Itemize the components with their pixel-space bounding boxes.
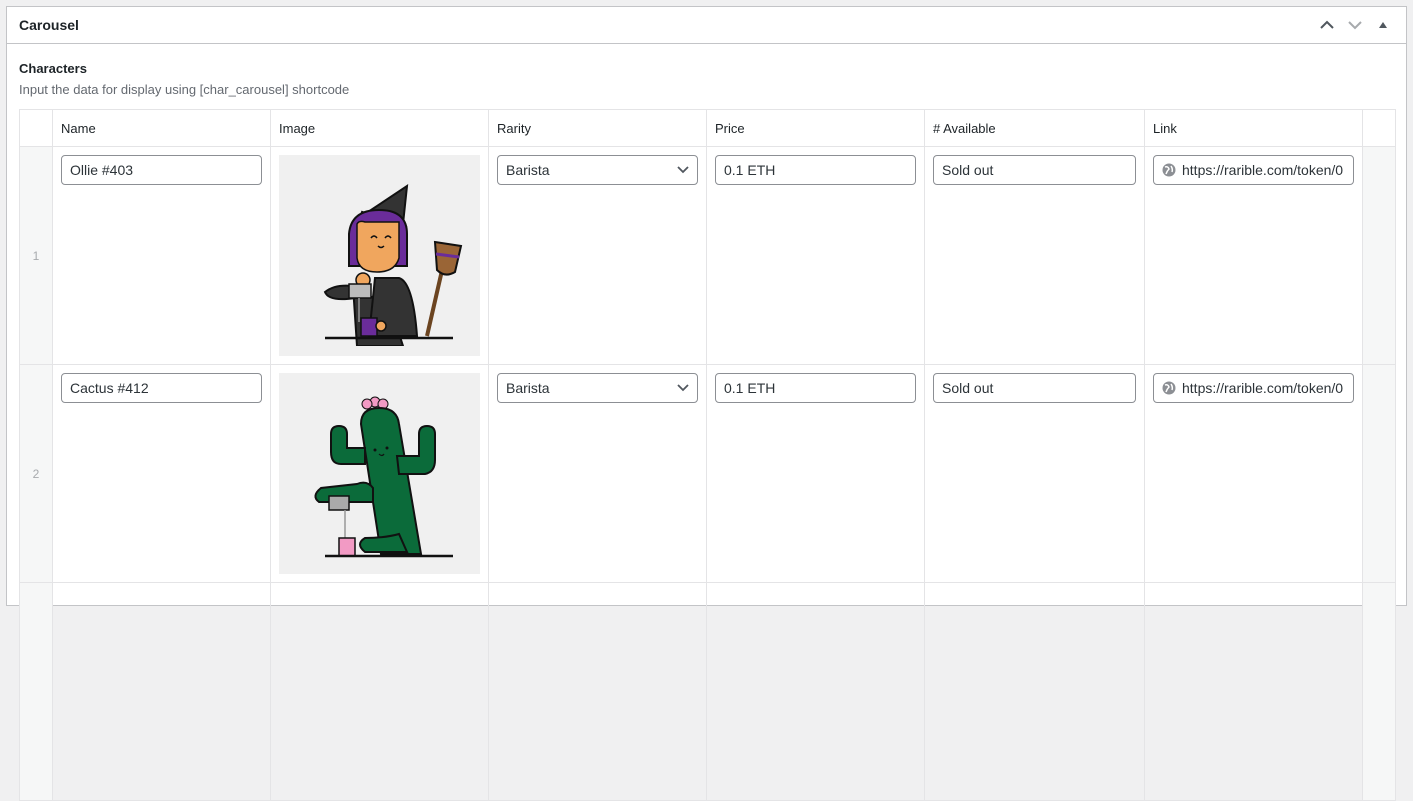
chevron-down-icon (1348, 21, 1362, 30)
rarity-value: Barista (506, 380, 550, 396)
price-cell (706, 582, 925, 801)
rarity-select[interactable]: Barista (497, 155, 698, 185)
remove-header (1362, 109, 1396, 147)
link-cell: https://rarible.com/token/0 (1144, 364, 1363, 583)
row-actions[interactable] (1362, 364, 1396, 583)
row-actions[interactable] (1362, 146, 1396, 365)
price-input[interactable]: 0.1 ETH (715, 155, 916, 185)
name-input[interactable]: Ollie #403 (61, 155, 262, 185)
name-input[interactable]: Cactus #412 (61, 373, 262, 403)
rarity-cell (488, 582, 707, 801)
column-header-image: Image (270, 109, 489, 147)
chevron-up-icon (1320, 20, 1334, 29)
metabox-content: Characters Input the data for display us… (7, 44, 1406, 801)
link-value: https://rarible.com/token/0 (1182, 162, 1344, 178)
link-value: https://rarible.com/token/0 (1182, 380, 1344, 396)
rarity-cell: Barista (488, 146, 707, 365)
field-label: Characters (19, 61, 87, 76)
field-description: Input the data for display using [char_c… (19, 82, 350, 97)
price-input[interactable]: 0.1 ETH (715, 373, 916, 403)
price-cell: 0.1 ETH (706, 146, 925, 365)
table-row: 1 Ollie #403 Barista 0.1 ETH Sold out ht… (19, 146, 1396, 365)
row-drag-handle[interactable]: 1 (19, 146, 53, 365)
rarity-select[interactable]: Barista (497, 373, 698, 403)
link-cell: https://rarible.com/token/0 (1144, 146, 1363, 365)
character-image[interactable] (279, 373, 480, 574)
column-header-price: Price (706, 109, 925, 147)
table-row: 2 Cactus #412 Barista 0.1 ETH Sold out h… (19, 364, 1396, 583)
column-header-name: Name (52, 109, 271, 147)
image-cell (270, 582, 489, 801)
cactus-barista-image (314, 396, 453, 557)
table-row (19, 582, 1396, 801)
rarity-cell: Barista (488, 364, 707, 583)
available-cell: Sold out (924, 146, 1145, 365)
available-cell (924, 582, 1145, 801)
triangle-up-icon (1379, 22, 1387, 28)
table-header-row: Name Image Rarity Price # Available Link (19, 109, 1396, 147)
column-header-available: # Available (924, 109, 1145, 147)
column-header-rarity: Rarity (488, 109, 707, 147)
price-cell: 0.1 ETH (706, 364, 925, 583)
order-header (19, 109, 53, 147)
link-input[interactable]: https://rarible.com/token/0 (1153, 373, 1354, 403)
link-input[interactable]: https://rarible.com/token/0 (1153, 155, 1354, 185)
carousel-metabox: Carousel Characters Input the data for d… (6, 6, 1407, 801)
metabox-handle-actions (1316, 14, 1394, 36)
metabox-title: Carousel (19, 17, 79, 33)
row-drag-handle[interactable] (19, 582, 53, 801)
metabox-header: Carousel (7, 7, 1406, 44)
column-header-link: Link (1144, 109, 1363, 147)
link-cell (1144, 582, 1363, 801)
witch-barista-image (323, 183, 462, 346)
move-up-button[interactable] (1316, 14, 1338, 36)
characters-repeater-table: Name Image Rarity Price # Available Link… (19, 109, 1396, 801)
row-actions[interactable] (1362, 582, 1396, 801)
image-cell (270, 146, 489, 365)
globe-icon (1162, 381, 1176, 395)
name-cell: Ollie #403 (52, 146, 271, 365)
row-drag-handle[interactable]: 2 (19, 364, 53, 583)
name-cell (52, 582, 271, 801)
chevron-down-icon (677, 166, 689, 174)
move-down-button[interactable] (1344, 14, 1366, 36)
rarity-value: Barista (506, 162, 550, 178)
image-cell (270, 364, 489, 583)
toggle-panel-button[interactable] (1372, 14, 1394, 36)
globe-icon (1162, 163, 1176, 177)
available-input[interactable]: Sold out (933, 155, 1136, 185)
available-cell: Sold out (924, 364, 1145, 583)
name-cell: Cactus #412 (52, 364, 271, 583)
character-image[interactable] (279, 155, 480, 356)
chevron-down-icon (677, 384, 689, 392)
available-input[interactable]: Sold out (933, 373, 1136, 403)
